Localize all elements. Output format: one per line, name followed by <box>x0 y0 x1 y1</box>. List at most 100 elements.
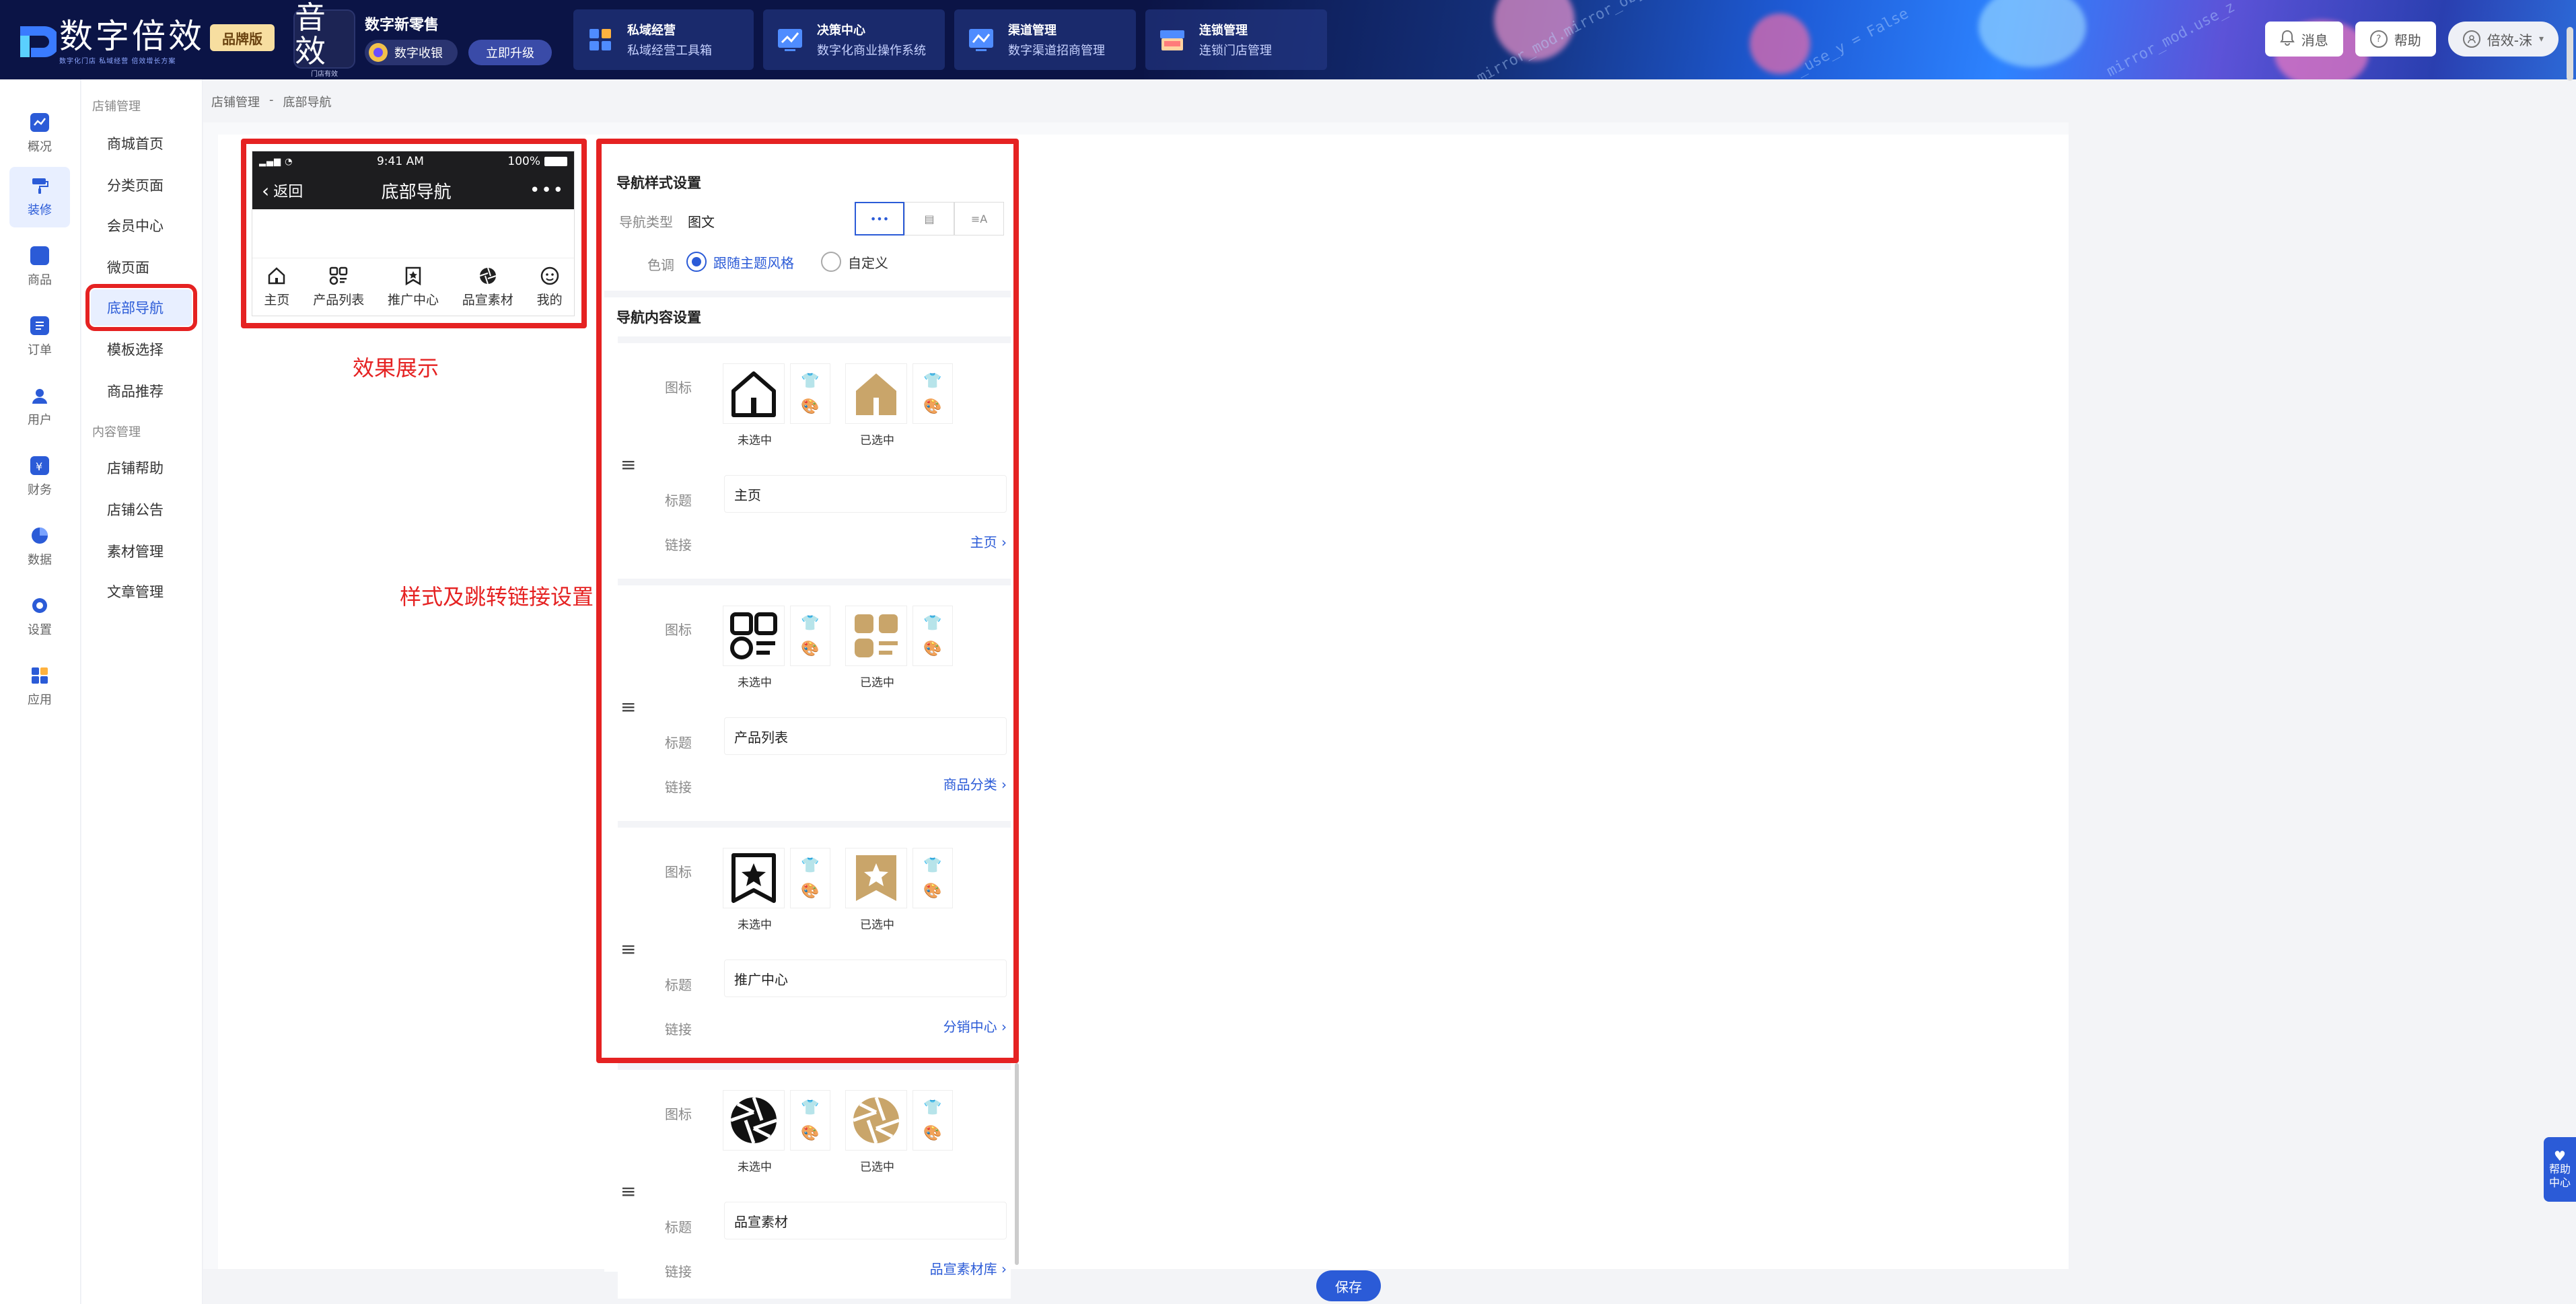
user-menu[interactable]: 倍效-沫 ▾ <box>2447 22 2559 57</box>
rail-item-data[interactable]: 数据 <box>9 517 70 577</box>
nav-title-input[interactable]: 产品列表 <box>724 717 1007 755</box>
subnav-item-bottom-nav[interactable]: 底部导航 <box>85 284 197 331</box>
product-switcher[interactable]: 音效 门店有效 数字新零售 数字收银 立即升级 <box>293 1 552 78</box>
rail-item-finance[interactable]: ¥ 财务 <box>9 447 70 507</box>
battery-icon <box>544 157 567 166</box>
shirt-icon[interactable]: 👕 <box>801 1099 819 1116</box>
subnav-item-templates[interactable]: 模板选择 <box>91 331 192 367</box>
drag-handle-icon[interactable]: ≡ <box>620 696 636 718</box>
subnav-item-articles[interactable]: 文章管理 <box>91 573 192 610</box>
menu-private-domain[interactable]: 私域经营 私域经营工具箱 <box>573 9 754 70</box>
subnav-item-home[interactable]: 商城首页 <box>91 125 192 161</box>
drag-handle-icon[interactable]: ≡ <box>620 454 636 476</box>
nav-title-input[interactable]: 推广中心 <box>724 959 1007 997</box>
phone-tab-mine[interactable]: 我的 <box>537 266 563 308</box>
rail-item-orders[interactable]: 订单 <box>9 307 70 367</box>
shirt-icon[interactable]: 👕 <box>801 373 819 390</box>
shirt-icon[interactable]: 👕 <box>801 615 819 632</box>
palette-icon[interactable]: 🎨 <box>801 398 819 415</box>
rail-item-settings[interactable]: 设置 <box>9 587 70 647</box>
subnav-group-store: 店铺管理 <box>92 100 141 114</box>
palette-icon[interactable]: 🎨 <box>923 398 941 415</box>
promotion-selected-icon[interactable] <box>845 848 907 908</box>
palette-icon[interactable]: 🎨 <box>801 883 819 900</box>
palette-icon[interactable]: 🎨 <box>923 883 941 900</box>
shirt-icon[interactable]: 👕 <box>923 1099 941 1116</box>
rail-item-users[interactable]: 用户 <box>9 377 70 437</box>
palette-icon[interactable]: 🎨 <box>801 641 819 657</box>
home-selected-icon[interactable] <box>845 363 907 424</box>
help-button[interactable]: ? 帮助 <box>2355 22 2436 57</box>
upgrade-button[interactable]: 立即升级 <box>468 40 552 65</box>
products-unselected-icon[interactable] <box>723 606 785 666</box>
style-tab-icon-text[interactable]: ••• <box>855 202 904 236</box>
products-selected-icon[interactable] <box>845 606 907 666</box>
breadcrumb-current: 底部导航 <box>283 96 332 110</box>
tone-custom-radio[interactable]: 自定义 <box>821 252 888 272</box>
grid-icon <box>587 26 614 53</box>
bookmark-star-icon <box>405 266 421 286</box>
shirt-icon[interactable]: 👕 <box>923 373 941 390</box>
phone-back-button[interactable]: ‹ 返回 <box>262 180 303 202</box>
materials-unselected-icon[interactable] <box>723 1090 785 1151</box>
promotion-unselected-icon[interactable] <box>723 848 785 908</box>
subnav-item-category[interactable]: 分类页面 <box>91 167 192 203</box>
chart-icon <box>968 26 995 53</box>
nav-link-selector[interactable]: 品宣素材库 › <box>930 1258 1007 1278</box>
nav-title-input[interactable]: 品宣素材 <box>724 1202 1007 1239</box>
phone-tab-products[interactable]: 产品列表 <box>313 266 364 308</box>
menu-chain-management[interactable]: 连锁管理 连锁门店管理 <box>1145 9 1327 70</box>
materials-selected-icon[interactable] <box>845 1090 907 1151</box>
subnav-item-notice[interactable]: 店铺公告 <box>91 491 192 528</box>
breadcrumb-parent[interactable]: 店铺管理 <box>211 93 260 110</box>
more-icon[interactable]: ••• <box>530 180 565 201</box>
phone-tab-home[interactable]: 主页 <box>264 266 289 308</box>
subnav-item-help[interactable]: 店铺帮助 <box>91 449 192 486</box>
nav-item-card-home: ≡ 图标 👕 🎨 未选中 👕 🎨 已选中 标题 主页 链接 主页 › <box>618 336 1011 572</box>
product-cashier-pill[interactable]: 数字收银 <box>365 40 458 65</box>
menu-channel-management[interactable]: 渠道管理 数字渠道招商管理 <box>954 9 1136 70</box>
main-nav-rail: 概况 装修 商品 订单 用户 ¥ 财务 数据 设置 应用 <box>0 79 81 1304</box>
shirt-icon[interactable]: 👕 <box>801 857 819 874</box>
phone-tab-promotion[interactable]: 推广中心 <box>388 266 439 308</box>
rail-item-products[interactable]: 商品 <box>9 237 70 297</box>
style-tab-image[interactable]: ▤ <box>904 202 954 236</box>
phone-tab-materials[interactable]: 品宣素材 <box>462 266 513 308</box>
cashier-icon <box>369 43 388 62</box>
subnav-item-recommend[interactable]: 商品推荐 <box>91 373 192 409</box>
breadcrumb-separator: - <box>269 93 274 107</box>
nav-link-selector[interactable]: 分销中心 › <box>943 1016 1007 1036</box>
nav-title-input[interactable]: 主页 <box>724 475 1007 513</box>
shirt-icon[interactable]: 👕 <box>923 857 941 874</box>
rail-item-overview[interactable]: 概况 <box>9 104 70 164</box>
page-scrollbar[interactable] <box>2567 27 2573 81</box>
nav-style-tabs: ••• ▤ ≡A <box>855 202 1004 236</box>
palette-icon[interactable]: 🎨 <box>923 641 941 657</box>
home-unselected-icon[interactable] <box>723 363 785 424</box>
help-center-float[interactable]: ♥ 帮助中心 <box>2544 1137 2576 1202</box>
shirt-icon[interactable]: 👕 <box>923 615 941 632</box>
tone-follow-theme-radio[interactable]: 跟随主题风格 <box>686 252 794 272</box>
nav-link-selector[interactable]: 商品分类 › <box>943 774 1007 793</box>
breadcrumb: 店铺管理 - 底部导航 <box>211 93 332 110</box>
drag-handle-icon[interactable]: ≡ <box>620 1180 636 1202</box>
drag-handle-icon[interactable]: ≡ <box>620 938 636 960</box>
save-button[interactable]: 保存 <box>1316 1270 1381 1301</box>
subnav-item-micro-page[interactable]: 微页面 <box>91 249 192 285</box>
message-button[interactable]: 消息 <box>2264 22 2343 57</box>
nav-link-selector[interactable]: 主页 › <box>970 532 1007 551</box>
subnav-item-member[interactable]: 会员中心 <box>91 207 192 244</box>
style-tab-text[interactable]: ≡A <box>954 202 1004 236</box>
aperture-icon <box>479 267 497 285</box>
overview-icon <box>30 113 49 132</box>
settings-scrollbar[interactable] <box>1015 1063 1019 1265</box>
subnav-item-material[interactable]: 素材管理 <box>91 533 192 569</box>
logo[interactable]: 数字倍效 数字化门店 私域经营 倍效增长方案 <box>17 17 205 65</box>
product-icon: 音效 门店有效 <box>293 1 355 78</box>
palette-icon[interactable]: 🎨 <box>801 1125 819 1142</box>
question-icon: ? <box>2369 30 2388 48</box>
menu-decision-center[interactable]: 决策中心 数字化商业操作系统 <box>763 9 945 70</box>
rail-item-decoration[interactable]: 装修 <box>9 167 70 227</box>
rail-item-apps[interactable]: 应用 <box>9 657 70 717</box>
palette-icon[interactable]: 🎨 <box>923 1125 941 1142</box>
